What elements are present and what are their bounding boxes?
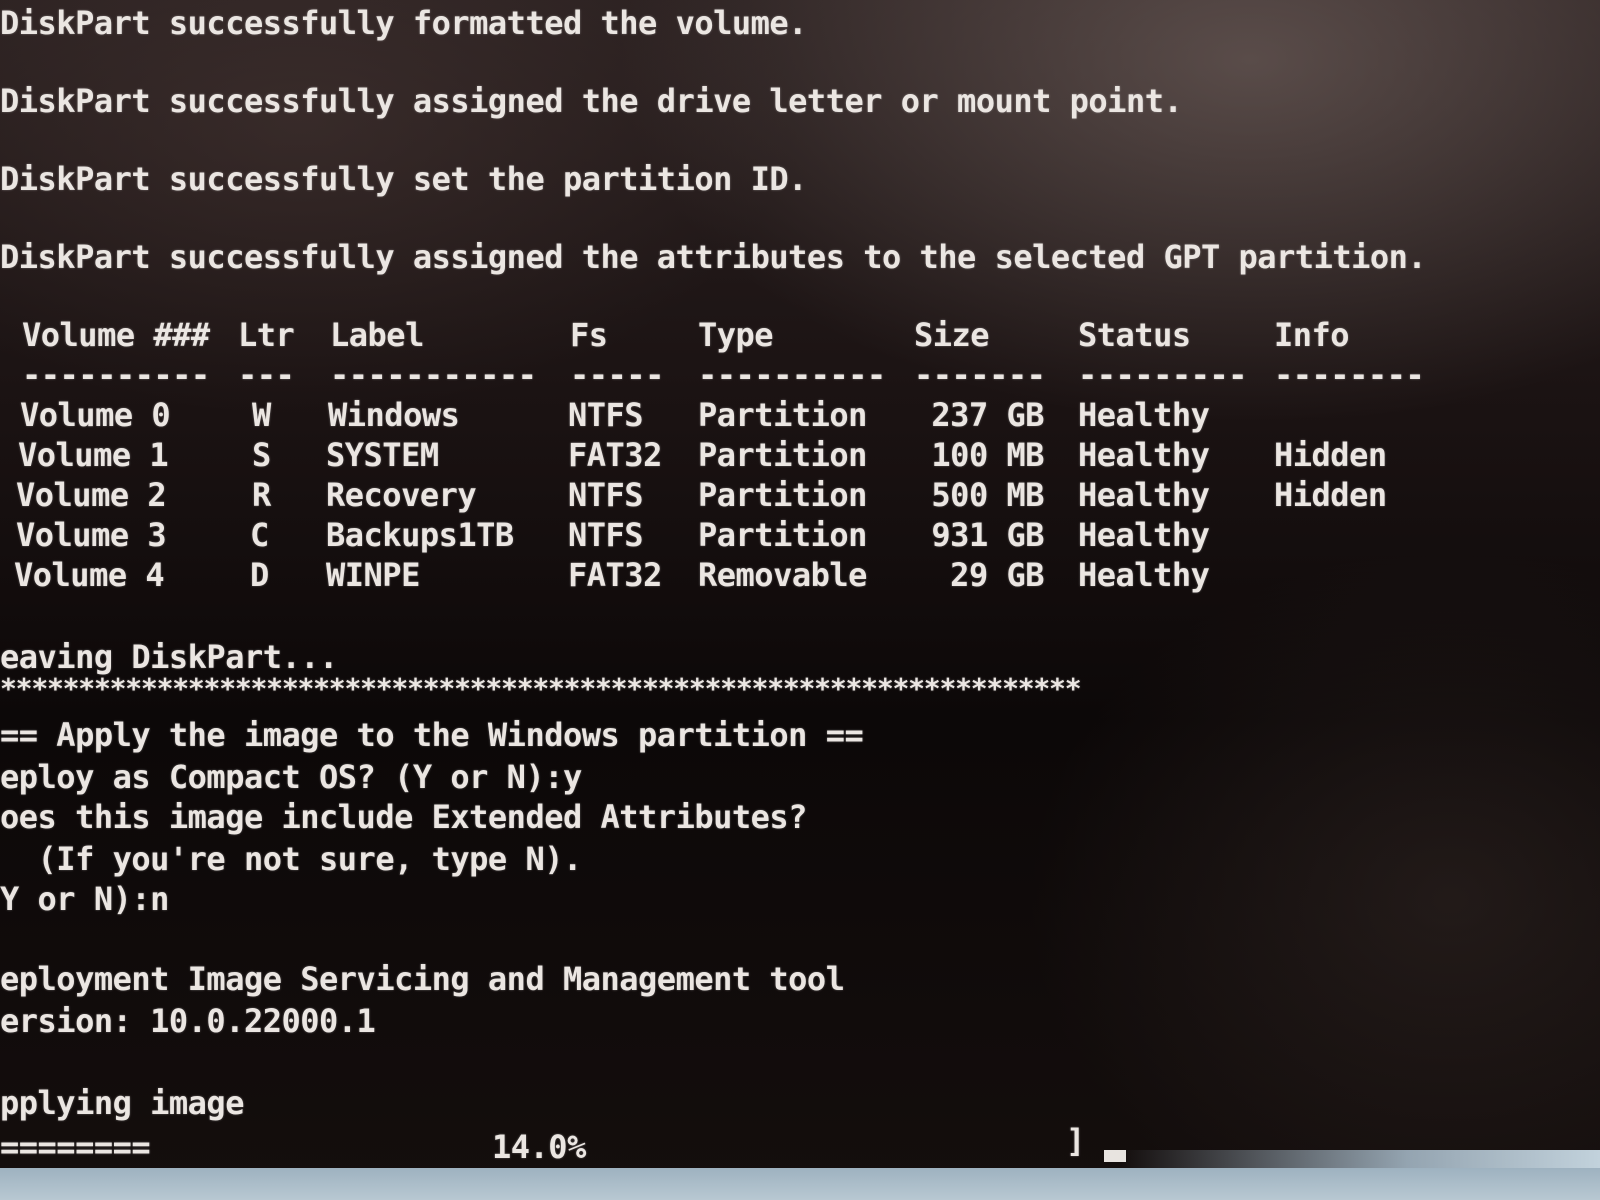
cell-label: WINPE (326, 556, 420, 594)
cell-fs: NTFS (568, 396, 644, 434)
console-window: DiskPart successfully formatted the volu… (0, 0, 1600, 1200)
cell-ltr: S (252, 436, 271, 474)
cell-type: Partition (698, 396, 867, 434)
separator-label: ----------- (330, 356, 537, 394)
separator-info: -------- (1274, 356, 1425, 394)
separator-volume: ---------- (22, 356, 210, 394)
cell-volume: Volume 3 (16, 516, 167, 554)
cell-ltr: D (250, 556, 269, 594)
cell-info: Hidden (1274, 476, 1387, 514)
separator-status: --------- (1078, 356, 1247, 394)
header-info: Info (1274, 316, 1350, 354)
diskpart-message-format: DiskPart successfully formatted the volu… (0, 4, 807, 42)
cell-label: Backups1TB (326, 516, 514, 554)
applying-image-text: pplying image (0, 1084, 244, 1122)
cell-status: Healthy (1078, 516, 1210, 554)
leaving-diskpart-text: eaving DiskPart... (0, 638, 338, 676)
header-type: Type (698, 316, 774, 354)
header-ltr: Ltr (238, 316, 295, 354)
compact-os-prompt: eploy as Compact OS? (Y or N):y (0, 758, 582, 796)
cell-fs: NTFS (568, 476, 644, 514)
cell-label: Recovery (326, 476, 477, 514)
apply-image-header: == Apply the image to the Windows partit… (0, 716, 864, 754)
cell-volume: Volume 2 (16, 476, 167, 514)
diskpart-message-assign-letter: DiskPart successfully assigned the drive… (0, 82, 1183, 120)
dism-tool-title: eployment Image Servicing and Management… (0, 960, 845, 998)
cell-type: Partition (698, 516, 867, 554)
separator-ltr: --- (238, 356, 295, 394)
cell-fs: FAT32 (568, 556, 662, 594)
progress-fill-text: ======== (0, 1128, 151, 1166)
header-volume: Volume ### (22, 316, 210, 354)
cell-size: 500 MB (931, 476, 1044, 514)
cell-size: 237 GB (931, 396, 1044, 434)
header-fs: Fs (570, 316, 608, 354)
cell-type: Partition (698, 476, 867, 514)
star-divider: ****************************************… (0, 672, 1082, 705)
cell-label: Windows (328, 396, 460, 434)
diskpart-message-partition-id: DiskPart successfully set the partition … (0, 160, 807, 198)
cell-status: Healthy (1078, 476, 1210, 514)
cell-volume: Volume 0 (20, 396, 171, 434)
cell-status: Healthy (1078, 396, 1210, 434)
extended-attributes-prompt: oes this image include Extended Attribut… (0, 798, 807, 836)
cell-ltr: W (252, 396, 271, 434)
cell-fs: NTFS (568, 516, 644, 554)
diskpart-message-gpt-attributes: DiskPart successfully assigned the attri… (0, 238, 1427, 276)
progress-percent: 14.0% (492, 1128, 586, 1166)
progress-end-bracket: ] (1066, 1122, 1085, 1160)
cell-type: Removable (698, 556, 867, 594)
separator-fs: ----- (570, 356, 664, 394)
cell-ltr: R (252, 476, 271, 514)
cell-fs: FAT32 (568, 436, 662, 474)
screen-bottom-edge (0, 1168, 1600, 1200)
extended-attributes-hint: (If you're not sure, type N). (0, 840, 583, 878)
header-label: Label (330, 316, 424, 354)
cell-type: Partition (698, 436, 867, 474)
progress-bar: ======== 14.0% ] (0, 1122, 1160, 1166)
cell-label: SYSTEM (326, 436, 439, 474)
cell-volume: Volume 4 (14, 556, 165, 594)
extended-attributes-answer: Y or N):n (0, 880, 169, 918)
header-size: Size (914, 316, 990, 354)
separator-type: ---------- (698, 356, 886, 394)
cell-status: Healthy (1078, 436, 1210, 474)
cell-size: 29 GB (950, 556, 1044, 594)
cell-size: 931 GB (931, 516, 1044, 554)
cell-ltr: C (250, 516, 269, 554)
cell-volume: Volume 1 (18, 436, 169, 474)
header-status: Status (1078, 316, 1191, 354)
cell-size: 100 MB (931, 436, 1044, 474)
cell-info: Hidden (1274, 436, 1387, 474)
cell-status: Healthy (1078, 556, 1210, 594)
dism-version: ersion: 10.0.22000.1 (0, 1002, 376, 1040)
separator-size: ------- (914, 356, 1046, 394)
